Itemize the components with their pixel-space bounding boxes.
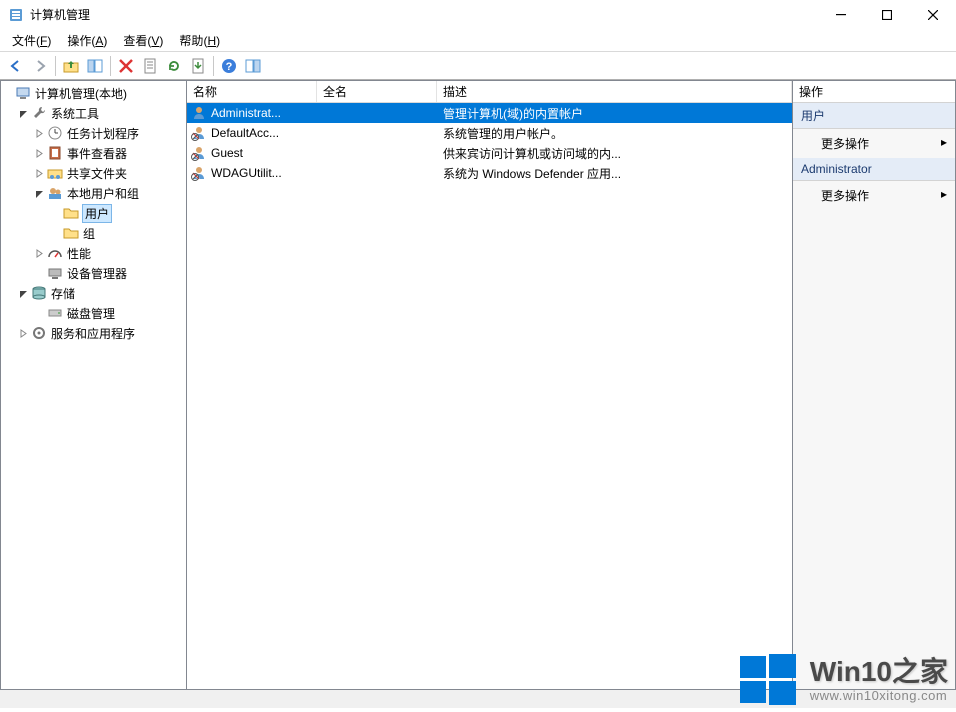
chevron-right-icon: ▸ (941, 187, 947, 201)
chevron-down-icon[interactable] (33, 187, 45, 199)
list-row[interactable]: Guest 供来宾访问计算机或访问域的内... (187, 143, 792, 163)
tree-diskmgr[interactable]: 磁盘管理 (1, 303, 186, 323)
device-icon (47, 265, 63, 281)
tree-perf[interactable]: 性能 (1, 243, 186, 263)
services-icon (31, 325, 47, 341)
clock-icon (47, 125, 63, 141)
user-icon (191, 105, 207, 121)
list-body[interactable]: Administrat...管理计算机(域)的内置帐户DefaultAcc...… (187, 103, 792, 689)
tree-tasksched[interactable]: 任务计划程序 (1, 123, 186, 143)
titlebar: 计算机管理 (0, 0, 956, 30)
main-area: 计算机管理(本地) 系统工具 任务计划程序 事件查看器 (0, 80, 956, 690)
col-header-desc[interactable]: 描述 (437, 81, 792, 102)
actions-pane: 操作 用户 更多操作 ▸ Administrator 更多操作 ▸ (792, 80, 956, 690)
chevron-right-icon[interactable] (33, 247, 45, 259)
wrench-icon (31, 105, 47, 121)
cell-name: DefaultAcc... (211, 126, 279, 140)
actions-more-admin[interactable]: 更多操作 ▸ (793, 181, 955, 210)
col-header-name[interactable]: 名称 (187, 81, 317, 102)
console-tree[interactable]: 计算机管理(本地) 系统工具 任务计划程序 事件查看器 (1, 81, 186, 345)
gauge-icon (47, 245, 63, 261)
list-row[interactable]: WDAGUtilit... 系统为 Windows Defender 应用... (187, 163, 792, 183)
disk-icon (47, 305, 63, 321)
folder-icon (63, 225, 79, 241)
users-icon (47, 185, 63, 201)
menu-action[interactable]: 操作(A) (59, 30, 115, 51)
cell-desc: 供来宾访问计算机或访问域的内... (437, 145, 792, 162)
user-icon (191, 145, 207, 161)
actions-group-users: 用户 (793, 103, 955, 129)
menu-view[interactable]: 查看(V) (115, 30, 171, 51)
tree-storage[interactable]: 存储 (1, 283, 186, 303)
list-row[interactable]: DefaultAcc... 系统管理的用户帐户。 (187, 123, 792, 143)
window-title: 计算机管理 (30, 6, 90, 23)
chevron-right-icon[interactable] (17, 327, 29, 339)
tree-services[interactable]: 服务和应用程序 (1, 323, 186, 343)
folder-icon (63, 205, 79, 221)
delete-button[interactable] (114, 54, 138, 78)
cell-name: WDAGUtilit... (211, 166, 282, 180)
actions-header: 操作 (793, 81, 955, 103)
toolbar: ? (0, 52, 956, 80)
menubar: 文件(F) 操作(A) 查看(V) 帮助(H) (0, 30, 956, 52)
cell-desc: 管理计算机(域)的内置帐户 (437, 105, 792, 122)
chevron-down-icon[interactable] (17, 107, 29, 119)
cell-desc: 系统管理的用户帐户。 (437, 125, 792, 142)
chevron-right-icon[interactable] (33, 167, 45, 179)
tree-lusrmgr[interactable]: 本地用户和组 (1, 183, 186, 203)
tree-users[interactable]: 用户 (1, 203, 186, 223)
back-button[interactable] (4, 54, 28, 78)
tree-groups[interactable]: 组 (1, 223, 186, 243)
actions-more-users[interactable]: 更多操作 ▸ (793, 129, 955, 158)
tree-shared[interactable]: 共享文件夹 (1, 163, 186, 183)
chevron-right-icon: ▸ (941, 135, 947, 149)
svg-text:?: ? (226, 61, 233, 73)
user-icon (191, 125, 207, 141)
cell-name: Guest (211, 146, 243, 160)
storage-icon (31, 285, 47, 301)
export-button[interactable] (186, 54, 210, 78)
shared-folder-icon (47, 165, 63, 181)
show-hide-tree-button[interactable] (83, 54, 107, 78)
cell-name: Administrat... (211, 106, 281, 120)
properties-button[interactable] (138, 54, 162, 78)
cell-desc: 系统为 Windows Defender 应用... (437, 165, 792, 182)
up-folder-button[interactable] (59, 54, 83, 78)
computer-icon (15, 85, 31, 101)
tree-root[interactable]: 计算机管理(本地) (1, 83, 186, 103)
list-header: 名称 全名 描述 (187, 81, 792, 103)
list-row[interactable]: Administrat... 管理计算机(域)的内置帐户 (187, 103, 792, 123)
col-header-fullname[interactable]: 全名 (317, 81, 437, 102)
minimize-button[interactable] (818, 0, 864, 30)
chevron-right-icon[interactable] (33, 127, 45, 139)
tree-devmgr[interactable]: 设备管理器 (1, 263, 186, 283)
forward-button[interactable] (28, 54, 52, 78)
menu-help[interactable]: 帮助(H) (171, 30, 228, 51)
app-icon (8, 7, 24, 23)
chevron-down-icon[interactable] (17, 287, 29, 299)
help-button[interactable]: ? (217, 54, 241, 78)
statusbar (0, 690, 956, 708)
book-icon (47, 145, 63, 161)
console-tree-pane[interactable]: 计算机管理(本地) 系统工具 任务计划程序 事件查看器 (0, 80, 186, 690)
actions-group-admin: Administrator (793, 158, 955, 181)
results-pane: 名称 全名 描述 Administrat...管理计算机(域)的内置帐户Defa… (186, 80, 792, 690)
menu-file[interactable]: 文件(F) (4, 30, 59, 51)
close-button[interactable] (910, 0, 956, 30)
tree-eventvwr[interactable]: 事件查看器 (1, 143, 186, 163)
refresh-button[interactable] (162, 54, 186, 78)
tree-systools[interactable]: 系统工具 (1, 103, 186, 123)
show-hide-action-pane-button[interactable] (241, 54, 265, 78)
user-icon (191, 165, 207, 181)
chevron-right-icon[interactable] (33, 147, 45, 159)
maximize-button[interactable] (864, 0, 910, 30)
